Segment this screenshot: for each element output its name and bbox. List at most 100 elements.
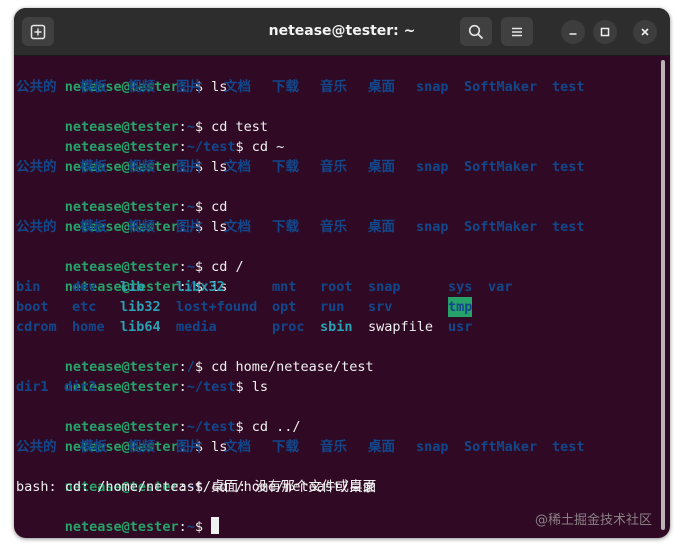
dir-entry: srv (368, 299, 393, 315)
dir-entry: media (176, 319, 217, 335)
terminal-output[interactable]: netease@tester:~$ ls 公共的 模板 视频 图片 文档 下载 … (14, 56, 660, 538)
ls-output-line: 公共的 模板 视频 图片 文档 下载 音乐 桌面 snap SoftMaker … (16, 157, 585, 177)
dir-entry: 音乐 (320, 159, 347, 175)
prompt-line: netease@tester:~/test$ ls (64, 379, 269, 395)
search-icon (468, 24, 484, 39)
ls-output-line: cdrom home lib64 media proc sbin swapfil… (16, 317, 472, 337)
ls-output-line: boot etc lib32 lost+found opt run srv tm… (16, 297, 473, 317)
dir-entry: 桌面 (368, 79, 395, 95)
dir-entry: 桌面 (368, 439, 395, 455)
new-tab-button[interactable] (22, 17, 54, 46)
dir-entry: lost+found (176, 299, 258, 315)
dir-entry: 公共的 (16, 159, 57, 175)
current-prompt-line[interactable]: netease@tester:~$ (16, 497, 220, 535)
terminal-window: netease@tester: ~ netease@tester:~$ ls 公… (14, 8, 670, 538)
dir-entry: 图片 (176, 439, 203, 455)
dir-entry: test (552, 159, 585, 175)
prompt-line: netease@tester:~$ ls (64, 219, 228, 235)
dir-entry: test (552, 219, 585, 235)
dir-entry: 文档 (224, 439, 251, 455)
dir-entry: 视频 (128, 159, 155, 175)
symlink-entry: lib32 (120, 299, 161, 315)
prompt-line: netease@tester:/$ cd home/netease/test (64, 359, 374, 375)
symlink-entry: lib (120, 279, 145, 295)
prompt-path: ~/test (186, 379, 236, 395)
maximize-icon (600, 27, 610, 37)
dir-entry: var (488, 279, 513, 295)
dir-entry: boot (16, 299, 49, 315)
dir-entry: 模板 (80, 439, 107, 455)
scrollbar[interactable] (661, 60, 665, 530)
prompt-path: ~ (186, 519, 195, 535)
dir-entry: 图片 (176, 79, 203, 95)
new-tab-icon (30, 24, 46, 39)
search-button[interactable] (460, 17, 492, 46)
dir-entry: dev (72, 279, 97, 295)
dir-entry: 模板 (80, 79, 107, 95)
prompt-line: netease@tester:~$ ls (64, 439, 228, 455)
dir-entry: 模板 (80, 219, 107, 235)
maximize-button[interactable] (593, 20, 617, 44)
dir-entry: 文档 (224, 159, 251, 175)
dir-entry: snap (416, 219, 449, 235)
dir-entry: 文档 (224, 219, 251, 235)
dir-entry: SoftMaker (464, 79, 538, 95)
dir-entry: 图片 (176, 159, 203, 175)
close-button[interactable] (633, 20, 657, 44)
prompt-line: netease@tester:~$ ls (64, 79, 228, 95)
dir-entry: 公共的 (16, 79, 57, 95)
dir-entry: 公共的 (16, 219, 57, 235)
dir-entry: 音乐 (320, 79, 347, 95)
prompt-line: netease@tester:~$ cd test (64, 119, 269, 135)
dir-entry: dir1 (16, 379, 49, 395)
error-line: bash: cd: /home/neteast/桌面: 没有那个文件或目录 (16, 479, 376, 495)
dir-entry: dir2 (64, 379, 97, 395)
ls-output-line: 公共的 模板 视频 图片 文档 下载 音乐 桌面 snap SoftMaker … (16, 77, 585, 97)
prompt-command: ls (251, 379, 269, 395)
dir-entry: 模板 (80, 159, 107, 175)
dir-entry: root (320, 279, 353, 295)
dir-entry: mnt (272, 279, 297, 295)
dir-entry: SoftMaker (464, 159, 538, 175)
dir-entry: sys (448, 279, 473, 295)
title-bar: netease@tester: ~ (14, 8, 670, 56)
dir-entry: run (320, 299, 345, 315)
minimize-icon (569, 33, 577, 35)
dir-entry: snap (416, 439, 449, 455)
dir-entry: 下载 (272, 159, 299, 175)
dir-entry: 下载 (272, 219, 299, 235)
file-entry: swapfile (368, 319, 434, 335)
prompt-line: netease@tester:~/test$ cd ../ (64, 419, 301, 435)
symlink-entry: lib64 (120, 319, 161, 335)
dir-entry: cdrom (16, 319, 57, 335)
prompt-line: netease@tester:~$ ls (64, 159, 228, 175)
prompt-line: netease@tester:~$ cd / (64, 259, 244, 275)
dir-entry: 桌面 (368, 219, 395, 235)
dir-entry: 音乐 (320, 219, 347, 235)
dir-entry: 下载 (272, 439, 299, 455)
dir-entry: test (552, 79, 585, 95)
dir-entry: 文档 (224, 79, 251, 95)
ls-output-line: 公共的 模板 视频 图片 文档 下载 音乐 桌面 snap SoftMaker … (16, 217, 585, 237)
prompt-line: netease@tester:~$ cd /home/neteast/桌面 (64, 479, 377, 495)
dir-entry: snap (416, 159, 449, 175)
dir-entry: 视频 (128, 219, 155, 235)
dir-entry: snap (416, 79, 449, 95)
minimize-button[interactable] (561, 20, 585, 44)
dir-entry: snap (368, 279, 401, 295)
dir-entry: 图片 (176, 219, 203, 235)
watermark: @稀土掘金技术社区 (534, 513, 652, 528)
prompt-line: netease@tester:/$ ls (64, 279, 228, 295)
prompt-line: netease@tester:~/test$ cd ~ (64, 139, 285, 155)
dir-entry: proc (272, 319, 305, 335)
dir-entry: etc (72, 299, 97, 315)
dir-entry: bin (16, 279, 41, 295)
symlink-entry: sbin (320, 319, 353, 335)
dir-entry: 下载 (272, 79, 299, 95)
dir-entry: 视频 (128, 439, 155, 455)
symlink-entry: libx32 (176, 279, 225, 295)
menu-button[interactable] (501, 17, 533, 46)
dir-entry: SoftMaker (464, 439, 538, 455)
dir-entry: 音乐 (320, 439, 347, 455)
dir-entry: 桌面 (368, 159, 395, 175)
